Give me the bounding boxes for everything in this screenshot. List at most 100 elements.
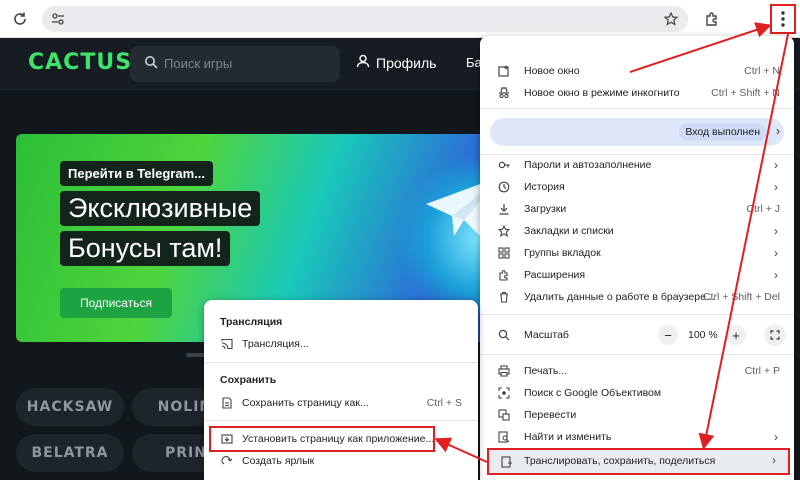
extensions-icon[interactable] <box>702 9 722 29</box>
provider-belatra[interactable]: BELATRA <box>16 434 124 472</box>
new-window-icon <box>497 64 511 78</box>
submenu-item-cast[interactable]: Трансляция... <box>204 333 478 355</box>
menu-item-downloads[interactable]: Загрузки Ctrl + J <box>480 198 794 220</box>
menu-item-passwords[interactable]: Пароли и автозаполнение › <box>480 154 794 176</box>
menu-item-extensions[interactable]: Расширения › <box>480 264 794 286</box>
submenu-heading-save: Сохранить <box>220 374 277 386</box>
site-settings-icon[interactable] <box>50 11 66 27</box>
provider-hacksaw[interactable]: HACKSAW <box>16 388 124 426</box>
menu-label: Найти и изменить <box>524 431 612 443</box>
submenu-heading-cast: Трансляция <box>220 316 283 328</box>
address-bar[interactable] <box>42 6 688 32</box>
banner-headline-2: Бонусы там! <box>60 231 231 266</box>
translate-icon <box>497 408 511 422</box>
zoom-in-button[interactable]: + <box>726 325 746 345</box>
menu-item-incognito[interactable]: Новое окно в режиме инкогнито Ctrl + Shi… <box>480 82 794 104</box>
menu-item-history[interactable]: История › <box>480 176 794 198</box>
save-page-icon <box>220 396 234 410</box>
fullscreen-icon[interactable] <box>764 324 786 346</box>
menu-label: Печать... <box>524 365 568 377</box>
menu-item-lens[interactable]: Поиск с Google Объективом <box>480 382 794 404</box>
menu-label: Перевести <box>524 409 577 421</box>
search-placeholder: Поиск игры <box>164 56 233 71</box>
menu-label: Расширения <box>524 269 586 281</box>
submenu-shortcut: Ctrl + S <box>426 397 462 409</box>
submenu-item-save-page[interactable]: Сохранить страницу как... Ctrl + S <box>204 392 478 414</box>
cast-save-share-submenu: Трансляция Трансляция... Сохранить Сохра… <box>204 300 478 480</box>
menu-label: Загрузки <box>524 203 567 215</box>
menu-item-find-edit[interactable]: Найти и изменить › <box>480 426 794 448</box>
trash-icon <box>497 290 511 304</box>
history-icon <box>497 180 511 194</box>
submenu-label: Создать ярлык <box>242 455 315 467</box>
reload-icon[interactable] <box>10 9 30 29</box>
banner-headline-1: Эксклюзивные <box>60 191 261 226</box>
banner-telegram-text: Перейти в Telegram... <box>60 161 213 186</box>
menu-shortcut: Ctrl + J <box>746 203 780 215</box>
menu-item-bookmarks[interactable]: Закладки и списки › <box>480 220 794 242</box>
menu-item-tab-groups[interactable]: Группы вкладок › <box>480 242 794 264</box>
extensions-icon <box>497 268 511 282</box>
menu-divider <box>480 314 794 315</box>
menu-label: Поиск с Google Объективом <box>524 387 662 399</box>
bookmark-star-icon[interactable] <box>662 10 680 28</box>
menu-label: Пароли и автозаполнение <box>524 159 652 171</box>
site-logo[interactable]: CACTUS <box>28 50 132 75</box>
submenu-item-create-shortcut[interactable]: Создать ярлык <box>204 450 478 472</box>
user-icon <box>356 54 370 71</box>
profile-label: Профиль <box>376 54 437 71</box>
search-icon <box>144 55 158 72</box>
zoom-value: 100 % <box>688 329 718 341</box>
chevron-right-icon: › <box>774 430 778 444</box>
chevron-right-icon: › <box>772 453 776 467</box>
download-icon <box>497 202 511 216</box>
submenu-label: Сохранить страницу как... <box>242 397 369 409</box>
install-highlight-box <box>209 426 435 452</box>
incognito-icon <box>497 86 511 100</box>
profile-link[interactable]: Профиль <box>356 54 436 71</box>
zoom-icon <box>497 328 511 342</box>
account-row[interactable]: Вход выполнен › <box>490 118 784 146</box>
menu-item-zoom: Масштаб − 100 % + <box>480 324 794 346</box>
game-search-input[interactable]: Поиск игры <box>130 46 340 82</box>
submenu-label: Трансляция... <box>242 338 309 350</box>
menu-shortcut: Ctrl + Shift + N <box>711 87 780 99</box>
lens-icon <box>497 386 511 400</box>
menu-item-clear-data[interactable]: Удалить данные о работе в браузере... Ct… <box>480 286 794 308</box>
menu-item-print[interactable]: Печать... Ctrl + P <box>480 360 794 382</box>
cast-save-share-icon <box>501 455 513 473</box>
menu-item-translate[interactable]: Перевести <box>480 404 794 426</box>
chevron-right-icon: › <box>774 180 778 194</box>
menu-divider <box>480 354 794 355</box>
submenu-divider <box>204 362 478 363</box>
zoom-label: Масштаб <box>524 329 569 341</box>
find-icon <box>497 430 511 444</box>
telegram-icon <box>424 174 486 249</box>
chevron-right-icon: › <box>774 246 778 260</box>
print-icon <box>497 364 511 378</box>
chevron-right-icon: › <box>774 268 778 282</box>
menu-label: Транслировать, сохранить, поделиться <box>524 455 716 467</box>
menu-item-new-window[interactable]: Новое окно Ctrl + N <box>480 60 794 82</box>
chevron-right-icon: › <box>774 224 778 238</box>
browser-toolbar <box>0 0 800 38</box>
signed-in-chip: Вход выполнен <box>679 123 766 141</box>
menu-label: Удалить данные о работе в браузере... <box>524 291 715 303</box>
menu-shortcut: Ctrl + N <box>744 65 780 77</box>
menu-label: Группы вкладок <box>524 247 601 259</box>
menu-label: Новое окно <box>524 65 580 77</box>
kebab-highlight-box <box>770 4 796 34</box>
menu-shortcut: Ctrl + Shift + Del <box>702 291 780 303</box>
menu-label: История <box>524 181 565 193</box>
chevron-right-icon: › <box>774 158 778 172</box>
key-icon <box>497 158 511 172</box>
zoom-out-button[interactable]: − <box>658 325 678 345</box>
submenu-divider <box>204 420 478 421</box>
bookmark-star-icon <box>497 224 511 238</box>
menu-item-cast-save-share[interactable]: Транслировать, сохранить, поделиться › <box>487 448 790 475</box>
menu-label: Новое окно в режиме инкогнито <box>524 87 680 99</box>
cast-icon <box>220 337 234 351</box>
subscribe-button[interactable]: Подписаться <box>60 288 172 318</box>
chevron-right-icon: › <box>776 124 780 138</box>
chrome-main-menu: Новое окно Ctrl + N Новое окно в режиме … <box>480 36 794 480</box>
